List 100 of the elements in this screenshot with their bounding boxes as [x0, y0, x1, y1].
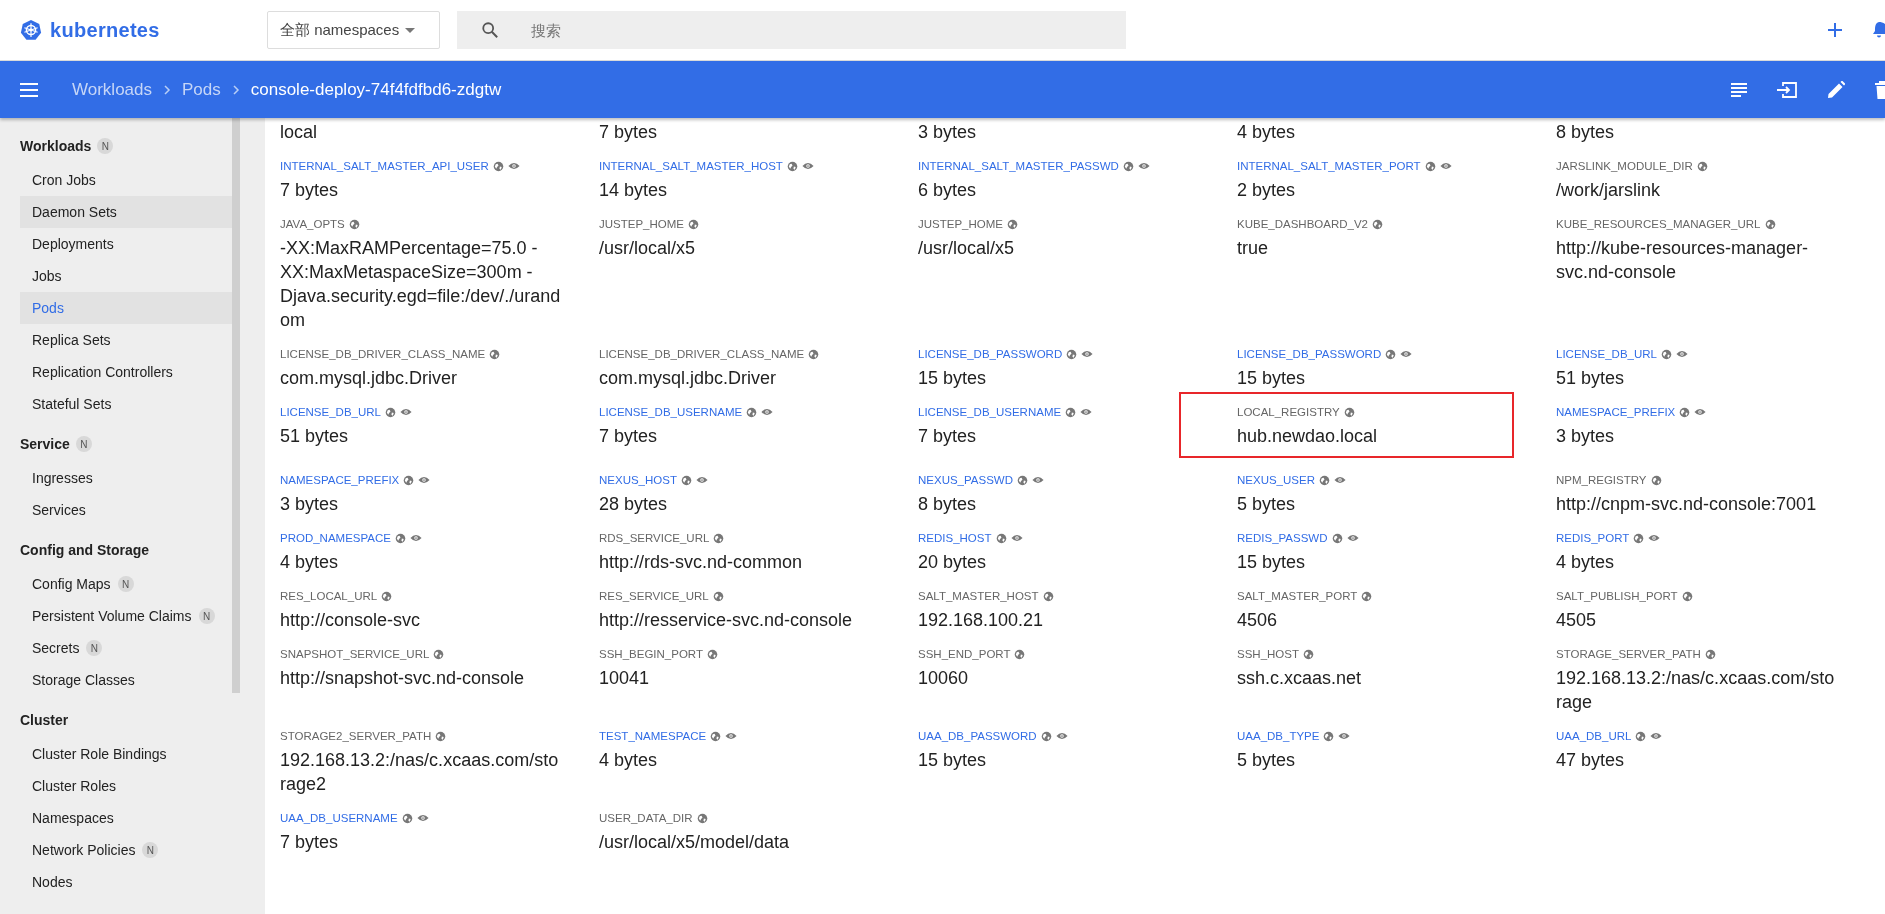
- env-var-name[interactable]: LICENSE_DB_USERNAME: [599, 406, 743, 418]
- env-var-name[interactable]: TEST_NAMESPACE: [599, 730, 707, 742]
- eye-icon[interactable]: [1648, 533, 1661, 543]
- eye-icon[interactable]: [1080, 407, 1093, 417]
- env-var-value: /usr/local/x5/model/data: [599, 831, 791, 854]
- helm-wheel-logo-icon[interactable]: [20, 19, 42, 41]
- eye-icon[interactable]: [416, 813, 429, 823]
- globe-icon: [696, 812, 708, 824]
- env-var-name[interactable]: LICENSE_DB_PASSWORD: [918, 348, 1063, 360]
- eye-icon[interactable]: [1439, 161, 1452, 171]
- search-field[interactable]: 搜索: [457, 11, 1126, 49]
- env-var-name[interactable]: REDIS_PASSWD: [1237, 532, 1328, 544]
- delete-icon[interactable]: [1875, 80, 1885, 99]
- env-var-name[interactable]: LICENSE_DB_URL: [280, 406, 381, 418]
- env-var-name[interactable]: UAA_DB_PASSWORD: [918, 730, 1037, 742]
- env-var-name[interactable]: LICENSE_DB_URL: [1556, 348, 1657, 360]
- sidebar-section-title[interactable]: Workloads: [20, 138, 92, 154]
- breadcrumb-link[interactable]: Workloads: [72, 79, 152, 100]
- sidebar-item[interactable]: Cluster Role Bindings: [20, 738, 232, 770]
- globe-icon: [1122, 160, 1134, 172]
- breadcrumb-link[interactable]: console-deploy-74f4fdfbd6-zdgtw: [250, 79, 502, 100]
- scrollbar-thumb[interactable]: [232, 118, 240, 693]
- exec-icon[interactable]: [1777, 81, 1797, 98]
- sidebar-item[interactable]: Namespaces: [20, 802, 232, 834]
- sidebar-item[interactable]: Pods: [20, 292, 232, 324]
- env-var-name[interactable]: NAMESPACE_PREFIX: [1556, 406, 1676, 418]
- sidebar-item[interactable]: Ingresses: [20, 462, 232, 494]
- env-var-name[interactable]: REDIS_HOST: [918, 532, 992, 544]
- env-var-name[interactable]: REDIS_PORT: [1556, 532, 1630, 544]
- namespaced-badge: N: [97, 138, 114, 154]
- edit-icon[interactable]: [1827, 80, 1845, 99]
- env-var-name: KUBE_RESOURCES_MANAGER_URL: [1556, 218, 1761, 230]
- sidebar-item[interactable]: Nodes: [20, 866, 232, 898]
- namespace-dropdown[interactable]: 全部 namespaces: [267, 11, 440, 49]
- env-var-name[interactable]: INTERNAL_SALT_MASTER_HOST: [599, 160, 783, 172]
- eye-icon[interactable]: [695, 475, 708, 485]
- eye-icon[interactable]: [1010, 533, 1023, 543]
- sidebar-section-title[interactable]: Service: [20, 436, 70, 452]
- env-var-name: KUBE_DASHBOARD_V2: [1237, 218, 1369, 230]
- menu-icon[interactable]: [20, 82, 38, 97]
- eye-icon[interactable]: [507, 161, 520, 171]
- eye-icon[interactable]: [1346, 533, 1359, 543]
- eye-icon[interactable]: [410, 533, 422, 543]
- eye-icon[interactable]: [1032, 475, 1044, 485]
- eye-icon[interactable]: [400, 407, 412, 417]
- sidebar-item[interactable]: Replication Controllers: [20, 356, 232, 388]
- eye-icon[interactable]: [1137, 161, 1150, 171]
- sidebar-item[interactable]: Deployments: [20, 228, 232, 260]
- sidebar-item[interactable]: Config Maps N: [20, 568, 232, 600]
- env-var-name[interactable]: LICENSE_DB_USERNAME: [918, 406, 1062, 418]
- eye-icon[interactable]: [761, 407, 774, 417]
- eye-icon[interactable]: [801, 161, 814, 171]
- env-var-name[interactable]: UAA_DB_TYPE: [1237, 730, 1320, 742]
- logs-icon[interactable]: [1731, 82, 1747, 97]
- env-var-name: SSH_END_PORT: [918, 648, 1011, 660]
- sidebar-item[interactable]: Replica Sets: [20, 324, 232, 356]
- bell-icon[interactable]: [1873, 21, 1885, 39]
- eye-icon[interactable]: [1694, 407, 1707, 417]
- eye-icon[interactable]: [1400, 349, 1413, 359]
- sidebar-item[interactable]: Cluster Roles: [20, 770, 232, 802]
- eye-icon[interactable]: [1333, 475, 1346, 485]
- sidebar-item[interactable]: Daemon Sets: [20, 196, 232, 228]
- sidebar-item[interactable]: Cron Jobs: [20, 164, 232, 196]
- eye-icon[interactable]: [1081, 349, 1094, 359]
- sidebar-item[interactable]: Stateful Sets: [20, 388, 232, 420]
- eye-icon[interactable]: [1338, 731, 1351, 741]
- sidebar-item[interactable]: Services: [20, 494, 232, 526]
- sidebar-item[interactable]: Jobs: [20, 260, 232, 292]
- sidebar-section-title[interactable]: Cluster: [20, 712, 69, 728]
- plus-icon[interactable]: [1827, 22, 1843, 38]
- sidebar-item[interactable]: Secrets N: [20, 632, 232, 664]
- env-var-name[interactable]: NEXUS_HOST: [599, 474, 677, 486]
- env-var-name[interactable]: NEXUS_PASSWD: [918, 474, 1013, 486]
- env-var-value: com.mysql.jdbc.Driver: [280, 367, 459, 390]
- sidebar-item[interactable]: Persistent Volume Claims N: [20, 600, 232, 632]
- env-var-name[interactable]: INTERNAL_SALT_MASTER_PORT: [1237, 160, 1421, 172]
- namespaced-badge: N: [86, 640, 103, 656]
- globe-icon: [1066, 348, 1078, 360]
- env-var-name[interactable]: PROD_NAMESPACE: [280, 532, 391, 544]
- env-var-name[interactable]: LICENSE_DB_PASSWORD: [1237, 348, 1382, 360]
- env-var-name[interactable]: NEXUS_USER: [1237, 474, 1315, 486]
- sidebar-section-title[interactable]: Config and Storage: [20, 542, 150, 558]
- sidebar-item[interactable]: Storage Classes: [20, 664, 232, 696]
- globe-icon: [1696, 160, 1708, 172]
- env-var-value: hub.newdao.local: [1237, 425, 1379, 448]
- env-var-value: 192.168.13.2:/nas/c.xcaas.com/storage2: [280, 749, 560, 796]
- eye-icon[interactable]: [1650, 731, 1663, 741]
- env-var-name[interactable]: NAMESPACE_PREFIX: [280, 474, 400, 486]
- sidebar-item[interactable]: Network Policies N: [20, 834, 232, 866]
- env-var-name[interactable]: INTERNAL_SALT_MASTER_API_USER: [280, 160, 489, 172]
- logo-text[interactable]: kubernetes: [50, 18, 160, 42]
- eye-icon[interactable]: [1055, 731, 1068, 741]
- breadcrumb-link[interactable]: Pods: [182, 79, 221, 100]
- env-var-name[interactable]: INTERNAL_SALT_MASTER_PASSWD: [918, 160, 1119, 172]
- eye-icon[interactable]: [418, 475, 431, 485]
- eye-icon[interactable]: [725, 731, 738, 741]
- env-var-name[interactable]: UAA_DB_USERNAME: [280, 812, 398, 824]
- eye-icon[interactable]: [1676, 349, 1688, 359]
- env-var-name[interactable]: UAA_DB_URL: [1556, 730, 1632, 742]
- chevron-right-icon: [162, 84, 172, 95]
